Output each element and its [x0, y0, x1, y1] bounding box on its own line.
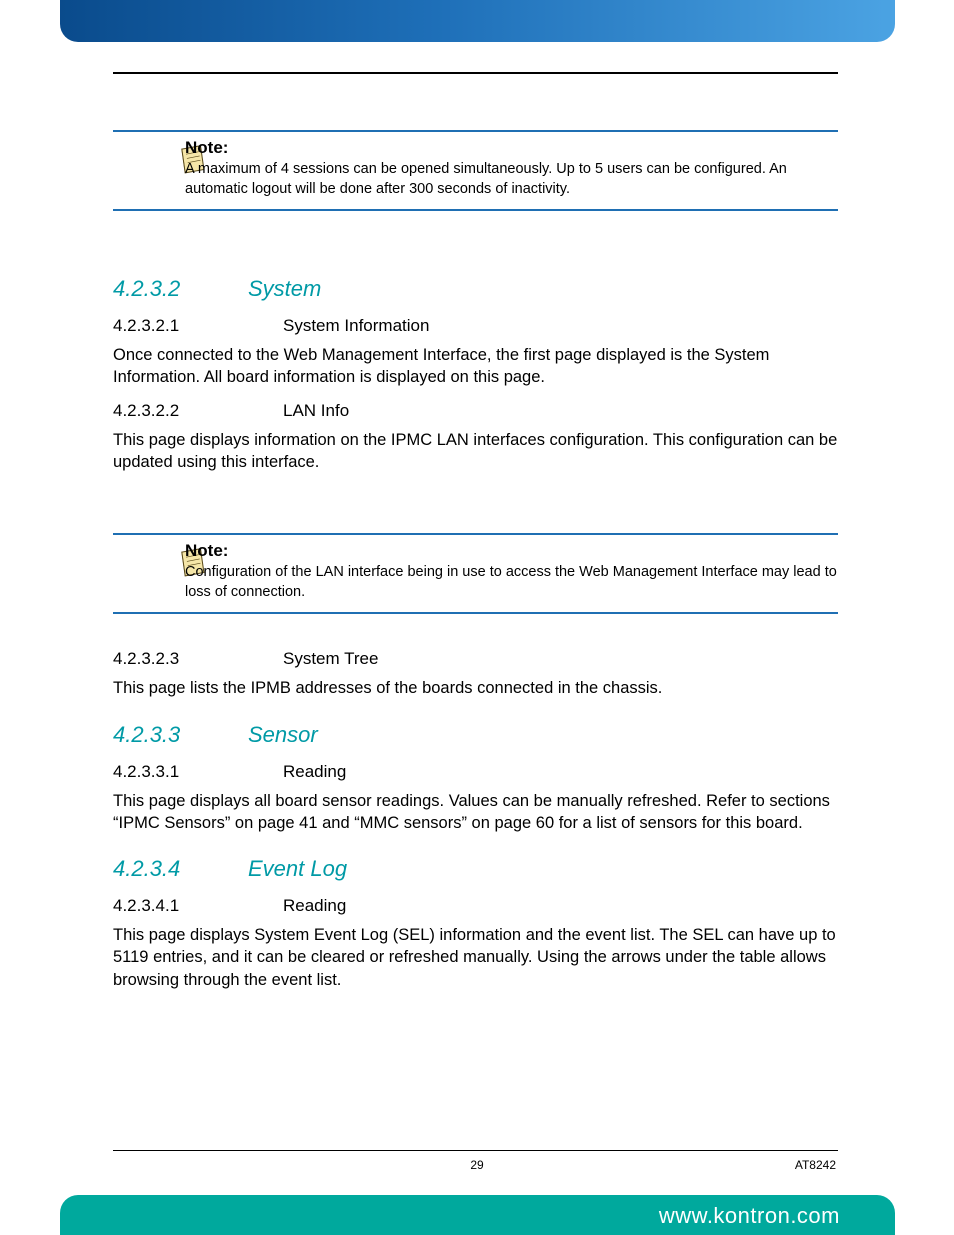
- footer-rule: [113, 1150, 838, 1151]
- paragraph: This page displays System Event Log (SEL…: [113, 924, 838, 991]
- note-icon-cell: [113, 138, 185, 183]
- note-box: Note: Configuration of the LAN interface…: [113, 533, 838, 614]
- bottom-banner: www.kontron.com: [60, 1195, 895, 1235]
- subsection-heading: 4.2.3.2.2LAN Info: [113, 401, 838, 421]
- subsection-title: LAN Info: [283, 401, 349, 420]
- note-body: A maximum of 4 sessions can be opened si…: [185, 160, 838, 199]
- subsection-heading: 4.2.3.2.1System Information: [113, 316, 838, 336]
- subsection-heading: 4.2.3.2.3System Tree: [113, 649, 838, 669]
- subsection-number: 4.2.3.2.3: [113, 649, 283, 669]
- paragraph: This page lists the IPMB addresses of th…: [113, 677, 838, 699]
- note-box: Note: A maximum of 4 sessions can be ope…: [113, 130, 838, 211]
- paragraph: Once connected to the Web Management Int…: [113, 344, 838, 389]
- subsection-heading: 4.2.3.3.1Reading: [113, 762, 838, 782]
- paragraph: This page displays information on the IP…: [113, 429, 838, 474]
- header-rule: [113, 72, 838, 74]
- section-heading-system: 4.2.3.2System: [113, 276, 838, 302]
- document-id: AT8242: [795, 1158, 836, 1172]
- note-icon-cell: [113, 541, 185, 586]
- page-content: Note: A maximum of 4 sessions can be ope…: [113, 130, 838, 1001]
- section-title: System: [248, 276, 321, 301]
- subsection-number: 4.2.3.3.1: [113, 762, 283, 782]
- section-title: Sensor: [248, 722, 318, 747]
- section-heading-eventlog: 4.2.3.4Event Log: [113, 856, 838, 882]
- subsection-title: Reading: [283, 896, 346, 915]
- subsection-title: System Tree: [283, 649, 378, 668]
- subsection-number: 4.2.3.4.1: [113, 896, 283, 916]
- top-banner: [60, 0, 895, 42]
- note-body: Configuration of the LAN interface being…: [185, 563, 838, 602]
- subsection-heading: 4.2.3.4.1Reading: [113, 896, 838, 916]
- subsection-title: Reading: [283, 762, 346, 781]
- subsection-number: 4.2.3.2.1: [113, 316, 283, 336]
- subsection-number: 4.2.3.2.2: [113, 401, 283, 421]
- note-label: Note:: [185, 541, 838, 561]
- note-label: Note:: [185, 138, 838, 158]
- subsection-title: System Information: [283, 316, 429, 335]
- paragraph: This page displays all board sensor read…: [113, 790, 838, 835]
- section-heading-sensor: 4.2.3.3Sensor: [113, 722, 838, 748]
- section-number: 4.2.3.2: [113, 276, 248, 302]
- section-number: 4.2.3.3: [113, 722, 248, 748]
- section-title: Event Log: [248, 856, 347, 881]
- section-number: 4.2.3.4: [113, 856, 248, 882]
